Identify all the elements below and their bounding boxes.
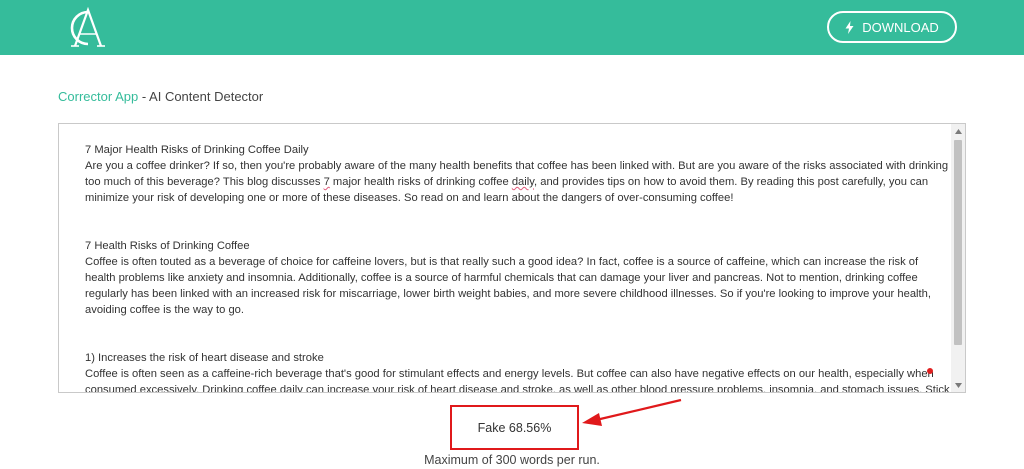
breadcrumb: Corrector App - AI Content Detector [58,89,263,104]
red-arrow-icon [582,398,682,426]
result-label: Fake 68.56% [477,420,552,435]
header-bar: DOWNLOAD [0,0,1024,55]
textarea-content[interactable]: 7 Major Health Risks of Drinking Coffee … [85,142,951,393]
logo-icon[interactable] [62,6,108,50]
breadcrumb-brand-link[interactable]: Corrector App [58,89,138,104]
word-limit-note: Maximum of 300 words per run. [424,453,600,467]
scrollbar-thumb[interactable] [954,140,962,345]
scroll-up-arrow-icon[interactable] [951,124,965,138]
breadcrumb-separator: - [138,89,150,104]
paragraph-title: 7 Major Health Risks of Drinking Coffee … [85,144,309,156]
paragraph-body: Are you a coffee drinker? If so, then yo… [85,160,949,204]
breadcrumb-page: AI Content Detector [149,89,264,104]
paragraph-body: Coffee is often seen as a caffeine-rich … [85,368,950,393]
download-button[interactable]: DOWNLOAD [827,11,957,43]
paragraph-body: Coffee is often touted as a beverage of … [85,256,931,316]
spelling-flag[interactable]: daily [512,176,534,188]
scroll-down-arrow-icon[interactable] [951,378,965,392]
result-badge: Fake 68.56% [450,405,579,450]
paragraph-title: 1) Increases the risk of heart disease a… [85,352,324,364]
content-textarea[interactable]: 7 Major Health Risks of Drinking Coffee … [58,123,966,393]
red-dot-marker [927,368,933,374]
vertical-scrollbar[interactable] [951,124,965,392]
lightning-bolt-icon [845,20,854,34]
paragraph-title: 7 Health Risks of Drinking Coffee [85,240,250,252]
download-label: DOWNLOAD [862,19,939,35]
